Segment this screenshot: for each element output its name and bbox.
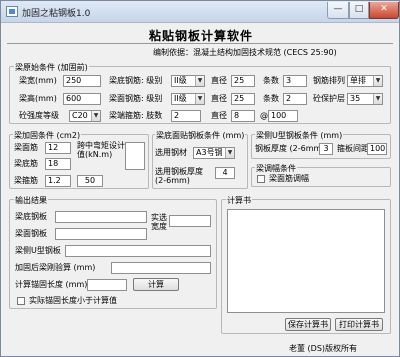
chevron-down-icon: ▼ (373, 94, 382, 104)
actual-width-label: 实选宽度 (151, 213, 167, 231)
close-button[interactable]: ✕ (369, 2, 399, 19)
steel-type-label: 选用钢材 (155, 148, 187, 157)
chevron-down-icon: ▼ (373, 76, 382, 86)
stirrup-spacing-input[interactable]: 100 (268, 110, 298, 122)
reinforce-bottom-label: 梁底筋 (14, 159, 38, 168)
anchor-shorter-checkbox[interactable] (17, 297, 25, 305)
side-spacing-label: 箍板间距 (337, 144, 369, 153)
window-title: 加固之粘钢板1.0 (22, 9, 91, 19)
title-bar: 加固之粘钢板1.0 — □ ✕ (1, 1, 399, 23)
top-dia-input[interactable]: 25 (231, 93, 255, 105)
stirrup-at-label: @ (260, 111, 268, 120)
anchor-length-field[interactable] (87, 279, 127, 291)
out-side-plate-field[interactable] (65, 245, 211, 257)
out-top-plate-label: 梁面钢板 (15, 229, 47, 238)
top-dia-label: 直径 (211, 94, 227, 103)
bottom-thickness-input[interactable]: 4 (215, 167, 235, 179)
stirrup-label: 梁端箍筋: 肢数 (109, 111, 163, 120)
calc-book-legend: 计算书 (226, 195, 252, 206)
minimize-button[interactable]: — (327, 2, 349, 19)
bottom-rebar-grade-select[interactable]: II级 ▼ (171, 75, 205, 87)
design-basis: 编制依据：混凝土结构加固技术规范 (CECS 25:90) (153, 48, 337, 57)
bottom-count-label: 条数 (263, 76, 279, 85)
reinforce-bottom-input[interactable]: 18 (45, 158, 71, 170)
stirrup-dia-input[interactable]: 8 (231, 110, 255, 122)
print-calc-book-button[interactable]: 打印计算书 (335, 318, 383, 331)
out-bottom-plate-field[interactable] (55, 211, 147, 223)
stirrup-dia-label: 直径 (211, 111, 227, 120)
bottom-plate-legend: 梁底面贴钢板条件 (mm) (155, 130, 246, 141)
beam-height-label: 梁高(mm) (19, 94, 57, 103)
top-count-label: 条数 (263, 94, 279, 103)
reinforce-stirrup-label: 梁箍筋 (14, 176, 38, 185)
anchor-check-label: 加固后梁刚验算 (mm) (15, 263, 96, 272)
header-divider (7, 43, 393, 44)
mid-moment-input[interactable] (125, 142, 145, 170)
beam-width-input[interactable]: 250 (63, 75, 101, 87)
bottom-dia-label: 直径 (211, 76, 227, 85)
calc-button[interactable]: 计算 (133, 278, 179, 291)
bottom-count-input[interactable]: 3 (283, 75, 307, 87)
beam-bend-legend: 梁调幅条件 (255, 163, 297, 174)
mid-moment-label: 跨中弯矩设计值(kN.m) (77, 141, 125, 159)
side-thickness-label: 钢板厚度 (2-6mm) (255, 144, 325, 153)
beam-height-input[interactable]: 600 (63, 93, 101, 105)
side-spacing-input[interactable]: 100 (367, 143, 387, 155)
bottom-rebar-label: 梁底钢筋: 级别 (109, 76, 163, 85)
concrete-grade-select[interactable]: C20 ▼ (69, 110, 101, 122)
chevron-down-icon: ▼ (195, 76, 204, 86)
reinforce-top-input[interactable]: 12 (45, 142, 71, 154)
top-rebar-label: 梁面钢筋: 级别 (109, 94, 163, 103)
bottom-thickness-label: 选用钢板厚度 (2-6mm) (155, 167, 203, 185)
app-title: 粘贴钢板计算软件 (148, 29, 253, 43)
chevron-down-icon: ▼ (91, 111, 100, 121)
app-icon (6, 6, 18, 17)
out-side-plate-label: 梁侧U型钢板 (15, 246, 61, 255)
anchor-length-label: 计算锚固长度 (mm) (15, 280, 88, 289)
side-plate-legend: 梁侧U型钢板条件 (mm) (255, 130, 344, 141)
anchor-check-field[interactable] (111, 262, 211, 274)
rebar-arrange-label: 钢筋排列 (313, 76, 345, 85)
beam-width-label: 梁宽(mm) (19, 76, 57, 85)
save-calc-book-button[interactable]: 保存计算书 (285, 318, 331, 331)
chevron-down-icon: ▼ (225, 148, 234, 158)
beam-conditions-legend: 梁原始条件 (加固前) (14, 62, 89, 73)
reinforce-legend: 梁加固条件 (cm2) (13, 130, 82, 141)
out-bottom-plate-label: 梁底钢板 (15, 212, 47, 221)
concrete-grade-label: 砼强度等级 (19, 111, 59, 120)
beam-bend-checkbox[interactable] (257, 175, 265, 183)
top-rebar-grade-select[interactable]: II级 ▼ (171, 93, 205, 105)
stirrup-legs-input[interactable]: 2 (171, 110, 201, 122)
rebar-arrange-select[interactable]: 单排 ▼ (347, 75, 383, 87)
cover-label: 砼保护层 (313, 94, 345, 103)
copyright-footer: 老董 (DS)版权所有 (289, 344, 358, 353)
anchor-shorter-label: 实际锚固长度小于计算值 (29, 296, 117, 305)
bottom-dia-input[interactable]: 25 (231, 75, 255, 87)
side-thickness-input[interactable]: 3 (319, 143, 333, 155)
steel-type-select[interactable]: A3号钢 ▼ (193, 147, 235, 159)
chevron-down-icon: ▼ (195, 94, 204, 104)
beam-bend-check-label: 梁面筋调幅 (269, 174, 309, 183)
reinforce-top-label: 梁面筋 (14, 143, 38, 152)
top-count-input[interactable]: 2 (283, 93, 307, 105)
calc-book-textarea[interactable] (227, 209, 385, 313)
out-top-plate-field[interactable] (55, 228, 147, 240)
cover-select[interactable]: 35 ▼ (347, 93, 383, 105)
output-legend: 输出结果 (14, 195, 48, 206)
reinforce-stirrup-input-2[interactable]: 50 (77, 175, 103, 187)
actual-width-field[interactable] (169, 215, 211, 227)
reinforce-stirrup-input-1[interactable]: 1.2 (45, 175, 71, 187)
app-window: 加固之粘钢板1.0 — □ ✕ 粘贴钢板计算软件 编制依据：混凝土结构加固技术规… (0, 0, 400, 357)
maximize-button[interactable]: □ (349, 2, 369, 19)
